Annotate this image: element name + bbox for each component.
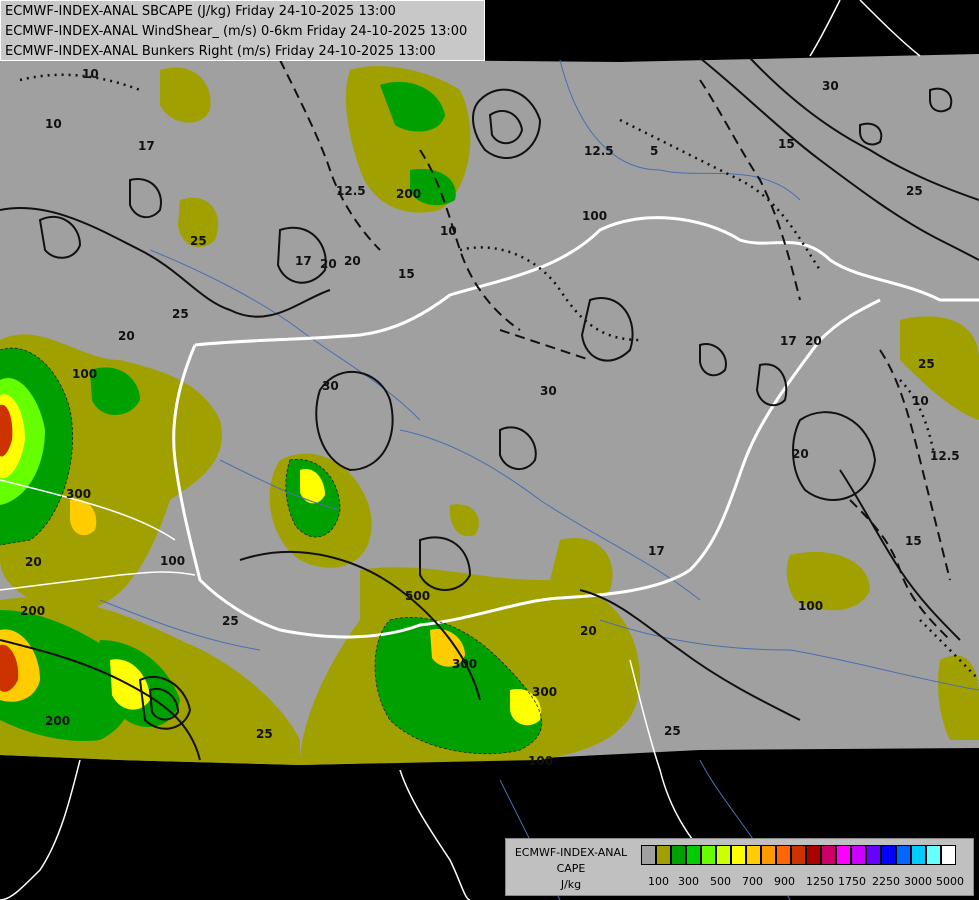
svg-text:25: 25 — [190, 234, 207, 248]
svg-text:10: 10 — [45, 117, 62, 131]
legend-tick-label: 5000 — [936, 875, 964, 888]
svg-text:200: 200 — [396, 187, 421, 201]
legend-swatch — [806, 845, 821, 865]
legend-swatch — [686, 845, 701, 865]
svg-text:300: 300 — [66, 487, 91, 501]
svg-text:5: 5 — [650, 144, 658, 158]
legend-tick-label: 100 — [648, 875, 669, 888]
svg-text:15: 15 — [905, 534, 922, 548]
svg-text:100: 100 — [528, 754, 553, 768]
svg-text:100: 100 — [72, 367, 97, 381]
legend-swatch — [851, 845, 866, 865]
legend-swatch — [791, 845, 806, 865]
svg-text:17: 17 — [295, 254, 312, 268]
svg-text:200: 200 — [45, 714, 70, 728]
svg-text:15: 15 — [778, 137, 795, 151]
legend-tick-label: 700 — [742, 875, 763, 888]
svg-text:25: 25 — [222, 614, 239, 628]
legend-title-line-2: CAPE — [556, 862, 586, 875]
svg-text:30: 30 — [540, 384, 557, 398]
svg-text:17: 17 — [138, 139, 155, 153]
legend-swatch — [866, 845, 881, 865]
svg-text:17: 17 — [780, 334, 797, 348]
title-bunkers: ECMWF-INDEX-ANAL Bunkers Right (m/s) Fri… — [5, 44, 436, 59]
legend-tick-label: 1250 — [806, 875, 834, 888]
legend-swatch — [926, 845, 941, 865]
legend-tick-label: 1750 — [838, 875, 866, 888]
legend-color-scale — [641, 845, 956, 865]
legend-swatch — [881, 845, 896, 865]
svg-text:25: 25 — [664, 724, 681, 738]
svg-text:30: 30 — [822, 79, 839, 93]
svg-text:25: 25 — [172, 307, 189, 321]
legend-swatch — [836, 845, 851, 865]
svg-text:12.5: 12.5 — [336, 184, 366, 198]
legend-swatch — [656, 845, 671, 865]
legend-swatch — [821, 845, 836, 865]
svg-text:20: 20 — [320, 257, 337, 271]
legend-swatch — [746, 845, 761, 865]
svg-text:20: 20 — [344, 254, 361, 268]
svg-text:15: 15 — [398, 267, 415, 281]
svg-text:100: 100 — [798, 599, 823, 613]
svg-text:25: 25 — [906, 184, 923, 198]
legend-swatch — [896, 845, 911, 865]
legend-tick-label: 900 — [774, 875, 795, 888]
legend-tick-label: 2250 — [872, 875, 900, 888]
svg-text:20: 20 — [792, 447, 809, 461]
legend-swatch — [671, 845, 686, 865]
svg-text:25: 25 — [918, 357, 935, 371]
legend-tick-label: 3000 — [904, 875, 932, 888]
legend-swatch — [716, 845, 731, 865]
svg-text:20: 20 — [118, 329, 135, 343]
legend-swatch — [731, 845, 746, 865]
svg-text:100: 100 — [582, 209, 607, 223]
legend-title-line-3: J/kg — [560, 878, 582, 891]
svg-text:300: 300 — [532, 685, 557, 699]
svg-text:30: 30 — [322, 379, 339, 393]
svg-text:300: 300 — [452, 657, 477, 671]
cape-legend: ECMWF-INDEX-ANAL CAPE J/kg 100 300 500 700 9… — [505, 838, 974, 896]
svg-text:12.5: 12.5 — [930, 449, 960, 463]
legend-swatch — [761, 845, 776, 865]
svg-text:100: 100 — [160, 554, 185, 568]
legend-swatch — [776, 845, 791, 865]
legend-swatch — [641, 845, 656, 865]
svg-text:25: 25 — [256, 727, 273, 741]
legend-title-line-1: ECMWF-INDEX-ANAL — [514, 846, 628, 859]
title-sbcape: ECMWF-INDEX-ANAL SBCAPE (J/kg) Friday 24… — [5, 4, 396, 19]
svg-text:20: 20 — [580, 624, 597, 638]
svg-text:200: 200 — [20, 604, 45, 618]
svg-text:10: 10 — [82, 67, 99, 81]
svg-text:10: 10 — [440, 224, 457, 238]
weather-map: 10 17 20 25 30 12.5 15 25 20 17 25 30 25… — [0, 0, 979, 900]
svg-text:12.5: 12.5 — [584, 144, 614, 158]
legend-swatch — [941, 845, 956, 865]
title-windshear: ECMWF-INDEX-ANAL WindShear_ (m/s) 0-6km … — [5, 24, 468, 39]
svg-text:17: 17 — [648, 544, 665, 558]
legend-swatch — [911, 845, 926, 865]
map-title-box: ECMWF-INDEX-ANAL SBCAPE (J/kg) Friday 24… — [0, 0, 485, 61]
legend-tick-label: 500 — [710, 875, 731, 888]
svg-text:10: 10 — [912, 394, 929, 408]
legend-tick-label: 300 — [678, 875, 699, 888]
svg-text:20: 20 — [805, 334, 822, 348]
svg-text:20: 20 — [25, 555, 42, 569]
legend-swatch — [701, 845, 716, 865]
svg-text:500: 500 — [405, 589, 430, 603]
